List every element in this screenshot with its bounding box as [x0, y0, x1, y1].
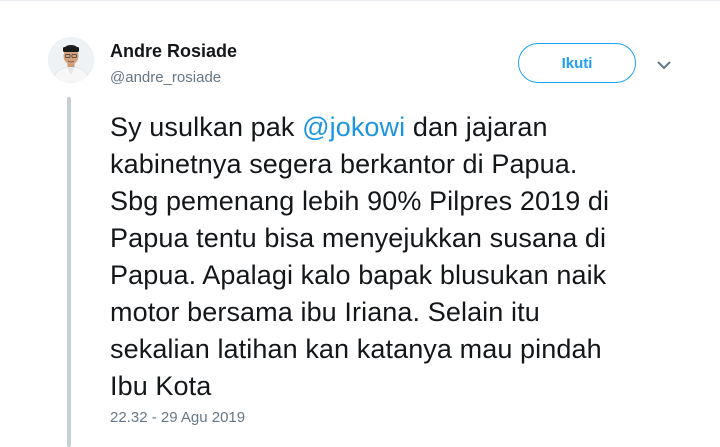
tweet-text: Sy usulkan pak @jokowi dan jajaran kabin…	[110, 109, 690, 405]
mention-link[interactable]: @jokowi	[302, 112, 405, 142]
tweet-line: sekalian latihan kan katanya mau pindah	[110, 334, 602, 364]
user-name[interactable]: Andre Rosiade	[110, 41, 237, 62]
user-handle[interactable]: @andre_rosiade	[110, 69, 221, 86]
tweet-text-segment: Sy usulkan pak	[110, 112, 303, 142]
tweet-text-segment: dan jajaran	[405, 112, 548, 142]
thread-line	[67, 97, 71, 447]
tweet-line: Papua tentu bisa menyejukkan susana di	[110, 223, 607, 253]
tweet-line: kabinetnya segera berkantor di Papua.	[110, 149, 578, 179]
tweet-line: motor bersama ibu Iriana. Selain itu	[110, 297, 540, 327]
chevron-down-icon[interactable]	[652, 53, 676, 77]
tweet-line: Sy usulkan pak @jokowi dan jajaran	[110, 109, 690, 146]
avatar[interactable]	[48, 37, 94, 83]
follow-button[interactable]: Ikuti	[518, 43, 636, 83]
tweet-line: Ibu Kota	[110, 371, 212, 401]
tweet-card: Andre Rosiade @andre_rosiade Ikuti Sy us…	[0, 0, 720, 447]
avatar-image	[48, 37, 94, 83]
tweet-line: Sbg pemenang lebih 90% Pilpres 2019 di	[110, 186, 610, 216]
tweet-timestamp[interactable]: 22.32 - 29 Agu 2019	[110, 409, 245, 426]
tweet-line: Papua. Apalagi kalo bapak blusukan naik	[110, 260, 607, 290]
